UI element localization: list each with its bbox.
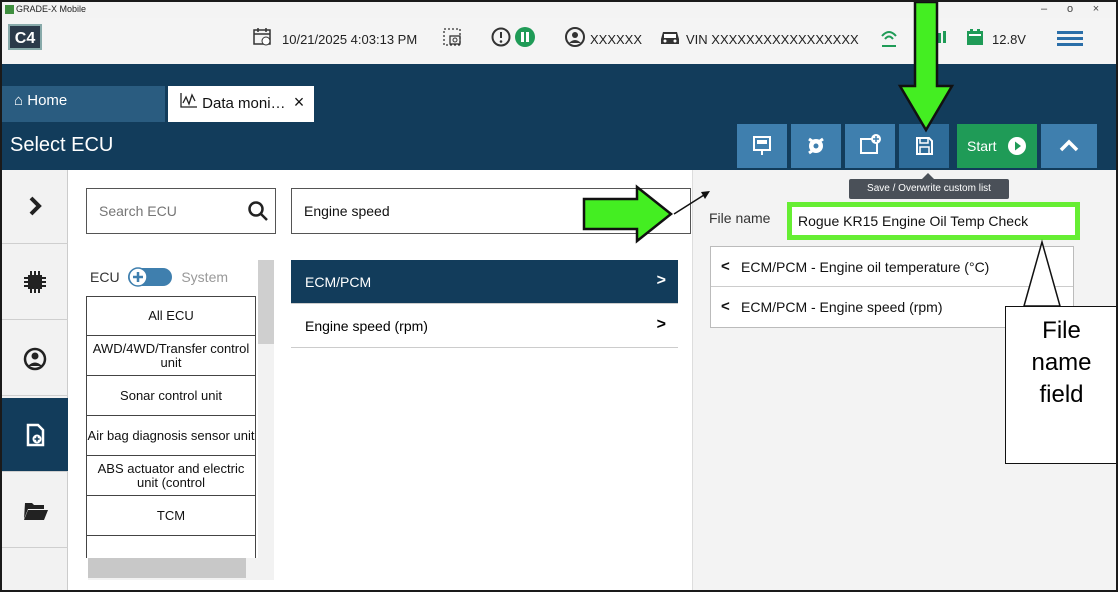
arrow-right-icon bbox=[582, 184, 674, 244]
app-window: GRADE-X Mobile – o × C4 10/21/2025 4:03:… bbox=[0, 0, 1118, 592]
annotation-overlay bbox=[582, 2, 1061, 307]
pointer-arrow-icon bbox=[673, 191, 710, 215]
callout-pointer bbox=[1023, 239, 1061, 307]
arrow-down-icon bbox=[897, 2, 955, 133]
